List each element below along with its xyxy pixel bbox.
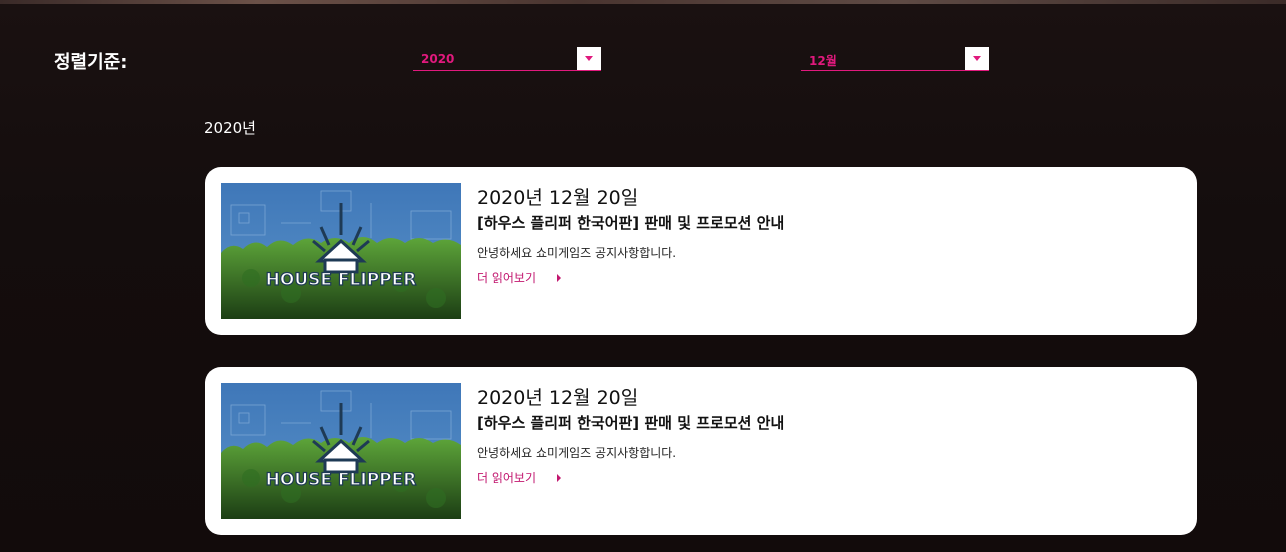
thumbnail-logo-text: HOUSE FLIPPER <box>266 470 417 490</box>
caret-down-icon <box>585 56 593 61</box>
year-select-value: 2020 <box>421 52 455 66</box>
caret-down-icon <box>973 56 981 61</box>
caret-right-icon <box>556 271 562 285</box>
post-title[interactable]: [하우스 플리퍼 한국어판] 판매 및 프로모션 안내 <box>477 212 784 233</box>
read-more-link[interactable]: 더 읽어보기 <box>477 269 562 286</box>
read-more-label: 더 읽어보기 <box>477 471 537 485</box>
month-select[interactable]: 12월 <box>801 47 989 71</box>
post-date: 2020년 12월 20일 <box>477 387 639 409</box>
post-card[interactable]: HOUSE FLIPPER 2020년 12월 20일 [하우스 플리퍼 한국어… <box>205 167 1197 335</box>
post-thumbnail[interactable]: HOUSE FLIPPER <box>221 383 461 519</box>
year-heading: 2020년 <box>204 119 256 137</box>
post-thumbnail[interactable]: HOUSE FLIPPER <box>221 183 461 319</box>
read-more-label: 더 읽어보기 <box>477 271 537 285</box>
read-more-link[interactable]: 더 읽어보기 <box>477 469 562 486</box>
post-title[interactable]: [하우스 플리퍼 한국어판] 판매 및 프로모션 안내 <box>477 412 784 433</box>
year-select[interactable]: 2020 <box>413 47 601 71</box>
thumbnail-logo-text: HOUSE FLIPPER <box>266 270 417 290</box>
post-excerpt: 안녕하세요 쇼미게임즈 공지사항합니다. <box>477 246 677 260</box>
sort-label: 정렬기준: <box>54 52 128 73</box>
post-date: 2020년 12월 20일 <box>477 187 639 209</box>
caret-right-icon <box>556 471 562 485</box>
header-image-strip <box>0 0 1286 4</box>
post-card[interactable]: HOUSE FLIPPER 2020년 12월 20일 [하우스 플리퍼 한국어… <box>205 367 1197 535</box>
year-dropdown-button[interactable] <box>577 47 601 70</box>
page: 정렬기준: 2020 12월 2020년 HOUSE FLIPPER 2020년… <box>0 0 1286 552</box>
month-dropdown-button[interactable] <box>965 47 989 70</box>
post-excerpt: 안녕하세요 쇼미게임즈 공지사항합니다. <box>477 446 677 460</box>
month-select-value: 12월 <box>809 54 837 68</box>
